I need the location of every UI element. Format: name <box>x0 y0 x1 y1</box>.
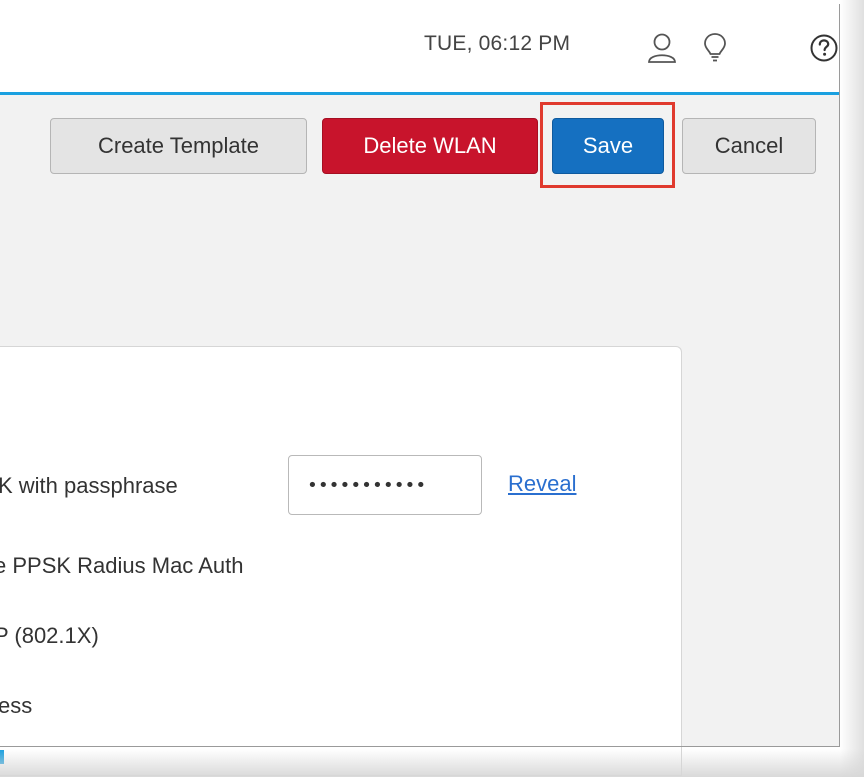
security-settings-card: K with passphrase Reveal e PPSK Radius M… <box>0 346 682 776</box>
save-button[interactable]: Save <box>552 118 664 174</box>
lightbulb-icon[interactable] <box>697 28 733 68</box>
help-icon[interactable] <box>806 28 842 68</box>
psk-passphrase-option[interactable]: K with passphrase <box>0 473 178 499</box>
ppsk-radius-mac-auth-option[interactable]: e PPSK Radius Mac Auth <box>0 553 243 579</box>
header-datetime: TUE, 06:12 PM <box>424 32 571 55</box>
reveal-link[interactable]: Reveal <box>508 471 576 497</box>
passphrase-field[interactable] <box>288 455 482 515</box>
lightbulb-icon-glyph <box>704 33 726 62</box>
open-access-option[interactable]: ess <box>0 693 32 719</box>
create-template-button[interactable]: Create Template <box>50 118 307 174</box>
partial-link-fragment <box>0 750 4 764</box>
user-icon-glyph <box>648 33 676 63</box>
user-icon[interactable] <box>644 28 680 68</box>
top-header: TUE, 06:12 PM <box>0 4 840 92</box>
help-icon-glyph <box>810 34 838 62</box>
cancel-button[interactable]: Cancel <box>682 118 816 174</box>
eap-8021x-option[interactable]: P (802.1X) <box>0 623 99 649</box>
app-window: TUE, 06:12 PM Create Template Delete WLA… <box>0 0 864 777</box>
delete-wlan-button[interactable]: Delete WLAN <box>322 118 538 174</box>
window-shadow-right <box>840 0 864 777</box>
